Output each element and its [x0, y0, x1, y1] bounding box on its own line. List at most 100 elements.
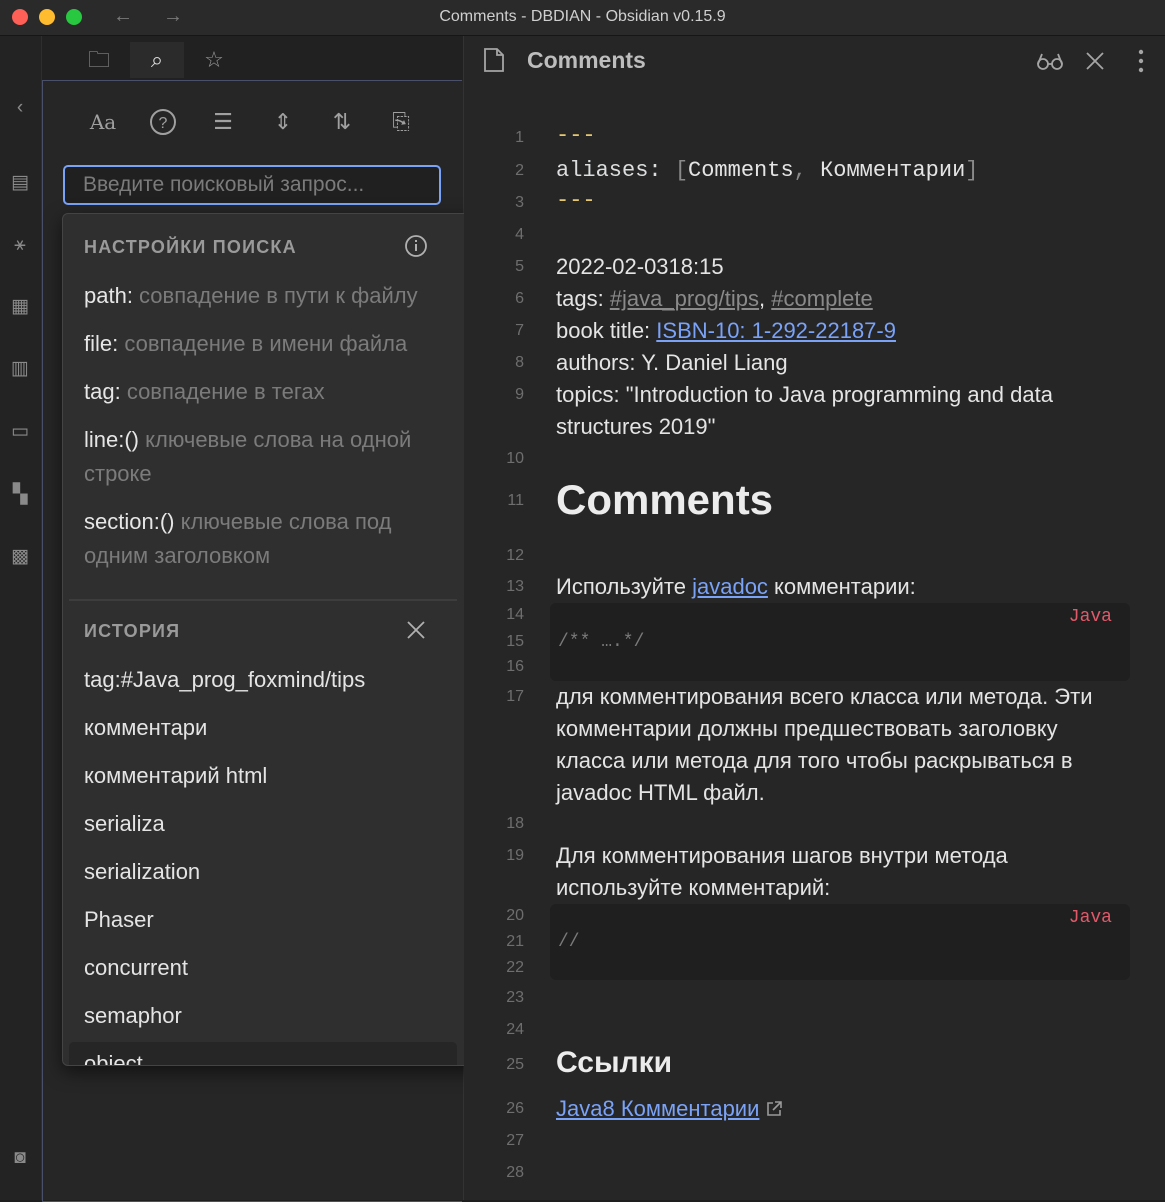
line-number: 18	[506, 815, 524, 832]
search-options-popover: НАСТРОЙКИ ПОИСКА path: совпадение в пути…	[62, 213, 486, 1066]
search-option-file[interactable]: file: совпадение в имени файла	[84, 327, 444, 361]
search-input[interactable]	[63, 165, 441, 205]
star-icon[interactable]: ☆	[187, 42, 241, 78]
line-number: 25	[506, 1056, 524, 1073]
history-item[interactable]: serialization	[84, 859, 200, 885]
line-number: 21	[506, 933, 524, 950]
search-option-tag[interactable]: tag: совпадение в тегах	[84, 375, 444, 409]
frontmatter-delimiter[interactable]: ---	[556, 123, 596, 148]
reference-line[interactable]: Java8 Комментарии	[556, 1096, 783, 1124]
editor-pane: Comments 1 2 3 4 5 6 7 8 9 10 11 12 13 1…	[464, 36, 1165, 1200]
copy-icon[interactable]: ⎘	[383, 105, 419, 139]
line-number: 19	[506, 847, 524, 864]
tags-line[interactable]: tags: #java_prog/tips, #complete	[556, 286, 873, 312]
line-number: 13	[506, 578, 524, 595]
javadoc-link[interactable]: javadoc	[692, 574, 768, 599]
line-number: 6	[515, 290, 524, 307]
reading-view-icon[interactable]	[1036, 50, 1064, 78]
line-number: 1	[515, 129, 524, 146]
frontmatter-aliases[interactable]: aliases: [Comments, Комментарии]	[556, 158, 979, 183]
collapse-sidebar-icon[interactable]: ‹	[8, 96, 32, 120]
history-item[interactable]: комментарий html	[84, 763, 267, 789]
plugins-icon[interactable]: ▚	[8, 483, 32, 507]
line-number: 3	[515, 194, 524, 211]
history-item[interactable]: object	[84, 1051, 143, 1065]
ribbon: ‹ ▤ ⚹ ▦ ▥ ▭ ▚ ▩ ◙	[0, 36, 42, 1200]
folder-icon[interactable]: 🗀	[72, 42, 126, 78]
history-item[interactable]: Phaser	[84, 907, 154, 933]
info-icon[interactable]	[404, 234, 428, 264]
templates-icon[interactable]: ▤	[8, 171, 32, 195]
paragraph-line[interactable]: для комментирования всего класса или мет…	[556, 684, 1093, 710]
line-number: 11	[507, 492, 524, 509]
topics-line[interactable]: topics: "Introduction to Java programmin…	[556, 382, 1053, 408]
search-icon[interactable]: ⌕	[130, 42, 184, 78]
search-option-section[interactable]: section:() ключевые слова под одним заго…	[84, 505, 444, 573]
clear-history-icon[interactable]	[404, 618, 428, 648]
isbn-link[interactable]: ISBN-10: 1-292-22187-9	[656, 318, 896, 343]
match-case-icon[interactable]: Aa	[85, 105, 121, 139]
line-number: 5	[515, 258, 524, 275]
paragraph-line[interactable]: класса или метода для того чтобы раскрыв…	[556, 748, 1073, 774]
line-number: 26	[506, 1100, 524, 1117]
divider	[69, 599, 457, 601]
note-composer-icon[interactable]: ▥	[8, 357, 32, 381]
svg-text:?: ?	[159, 115, 168, 132]
line-number: 15	[506, 633, 524, 650]
paragraph-line[interactable]: комментарии должны предшествовать заголо…	[556, 716, 1058, 742]
search-option-path[interactable]: path: совпадение в пути к файлу	[84, 279, 444, 313]
line-number: 7	[515, 322, 524, 339]
external-link[interactable]: Java8 Комментарии	[556, 1096, 759, 1121]
date-line[interactable]: 2022-02-0318:15	[556, 254, 724, 280]
sidebar-tabs: 🗀 ⌕ ☆	[42, 36, 463, 80]
window-title: Comments - DBDIAN - Obsidian v0.15.9	[439, 8, 726, 25]
line-number: 16	[506, 658, 524, 675]
line-number: 2	[515, 162, 524, 179]
code-line: //	[558, 932, 580, 952]
code-line: /** ….*/	[558, 632, 645, 652]
line-number: 10	[506, 450, 524, 467]
heading-comments[interactable]: Comments	[556, 476, 773, 524]
editor-header: Comments	[464, 36, 1165, 84]
line-number: 14	[506, 606, 524, 623]
editor-tab-title[interactable]: Comments	[527, 47, 646, 74]
close-tab-icon[interactable]	[1084, 50, 1106, 78]
line-number: 28	[506, 1164, 524, 1181]
graph-view-icon[interactable]: ⚹	[8, 233, 32, 257]
help-icon[interactable]: ?	[145, 105, 181, 139]
topics-line-cont[interactable]: structures 2019"	[556, 414, 715, 440]
line-number: 23	[506, 989, 524, 1006]
line-number: 22	[506, 959, 524, 976]
list-icon[interactable]: ☰	[205, 105, 241, 139]
history-item[interactable]: semaphor	[84, 1003, 182, 1029]
heading-links[interactable]: Ссылки	[556, 1046, 672, 1080]
search-option-line[interactable]: line:() ключевые слова на одной строке	[84, 423, 444, 491]
paragraph-line[interactable]: используйте комментарий:	[556, 875, 830, 901]
frontmatter-delimiter[interactable]: ---	[556, 188, 596, 213]
book-title-line[interactable]: book title: ISBN-10: 1-292-22187-9	[556, 318, 896, 344]
line-number: 8	[515, 354, 524, 371]
history-item[interactable]: комментари	[84, 715, 207, 741]
daily-note-icon[interactable]: ▦	[8, 295, 32, 319]
code-block[interactable]: Java //	[550, 904, 1130, 980]
paragraph-line[interactable]: Для комментирования шагов внутри метода	[556, 843, 1008, 869]
slides-icon[interactable]: ▭	[8, 420, 32, 444]
table-icon[interactable]: ▩	[8, 545, 32, 569]
paragraph-line[interactable]: javadoc HTML файл.	[556, 780, 765, 806]
collapse-icon[interactable]: ⇕	[265, 105, 301, 139]
history-item[interactable]: tag:#Java_prog_foxmind/tips	[84, 667, 365, 693]
tag-link[interactable]: #java_prog/tips	[610, 286, 759, 311]
line-number: 24	[506, 1021, 524, 1038]
settings-vault-icon[interactable]: ◙	[8, 1146, 32, 1170]
authors-line[interactable]: authors: Y. Daniel Liang	[556, 350, 788, 376]
history-item[interactable]: concurrent	[84, 955, 188, 981]
code-language-label: Java	[1068, 908, 1112, 928]
history-header: ИСТОРИЯ	[84, 621, 181, 641]
history-item[interactable]: serializa	[84, 811, 165, 837]
line-number: 9	[515, 386, 524, 403]
tag-link[interactable]: #complete	[771, 286, 873, 311]
more-options-icon[interactable]	[1136, 48, 1146, 80]
paragraph-line[interactable]: Используйте javadoc комментарии:	[556, 574, 916, 600]
sort-icon[interactable]: ⇅	[324, 105, 360, 139]
code-block[interactable]: Java /** ….*/	[550, 603, 1130, 681]
